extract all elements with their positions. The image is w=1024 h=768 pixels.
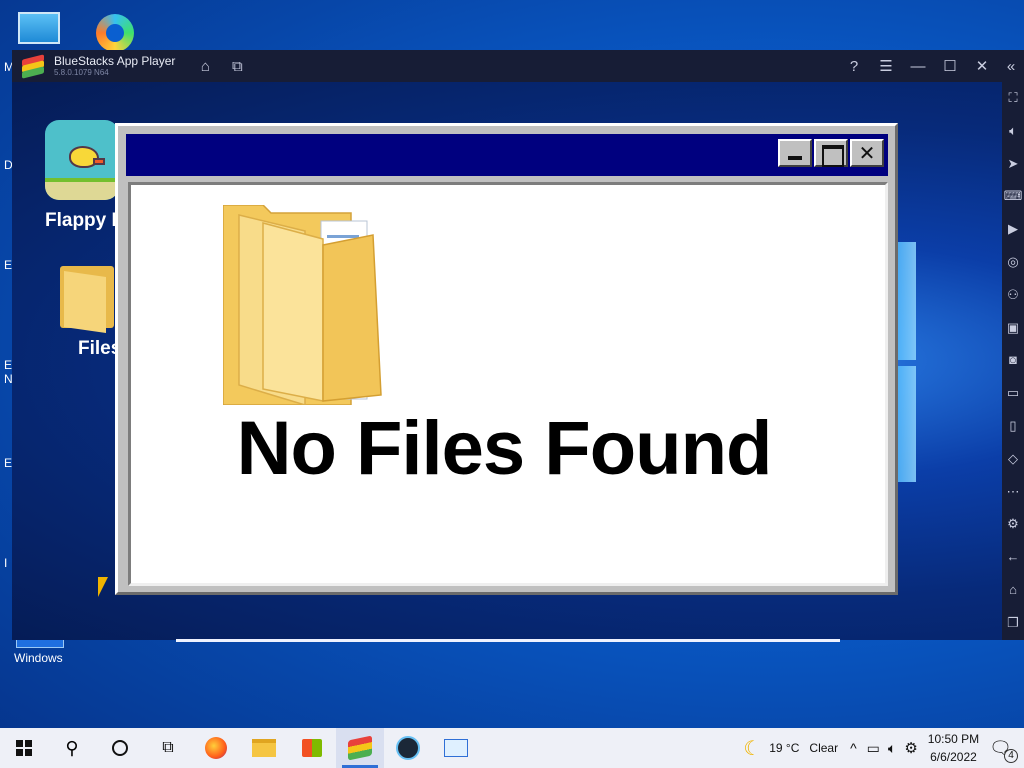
empty-folder-icon	[223, 205, 382, 405]
maximize-icon[interactable]: ☐	[934, 57, 966, 75]
android-home-icon[interactable]: ⌂	[1009, 574, 1017, 607]
bluestacks-sidebar: ⛶ 🔈︎ ➤ ⌨ ▶ ◎ ⚇ ▣ ◙ ▭ ▯ ◇ ⋯ ⚙ ← ⌂ ❐	[1002, 82, 1024, 640]
folder-icon	[60, 260, 116, 333]
rotate-icon[interactable]: ▯	[1009, 410, 1016, 443]
help-icon[interactable]: ?	[838, 58, 870, 75]
bluestacks-version: 5.8.0.1079 N64	[54, 68, 109, 77]
taskbar-store[interactable]	[288, 728, 336, 768]
notifications-count: 4	[1004, 748, 1018, 763]
minimize-icon[interactable]: —	[902, 58, 934, 75]
desktop-this-pc-icon[interactable]	[18, 12, 60, 44]
start-button[interactable]	[0, 728, 48, 768]
file-explorer-icon	[252, 739, 276, 757]
keyboard-icon[interactable]: ⌨	[1004, 180, 1023, 213]
firefox-icon	[205, 737, 227, 759]
dialog-titlebar[interactable]: ✕	[126, 134, 888, 176]
dialog-minimize-button[interactable]	[778, 139, 812, 167]
more-icon[interactable]: ⋯	[1007, 476, 1020, 509]
cortana-icon	[112, 740, 128, 756]
taskbar-firefox[interactable]	[192, 728, 240, 768]
recent-apps-icon[interactable]: ❐	[1007, 607, 1019, 640]
app-files[interactable]: Files	[60, 260, 121, 360]
volume-icon[interactable]: 🔈︎	[1009, 115, 1017, 148]
show-hidden-icons-icon[interactable]: ^	[850, 740, 857, 756]
bluestacks-titlebar[interactable]: BlueStacks App Player 5.8.0.1079 N64 ⌂ ⧉…	[12, 50, 1024, 82]
windows-logo-glow	[892, 242, 1002, 482]
taskbar-steam[interactable]	[384, 728, 432, 768]
dialog-maximize-button[interactable]	[814, 139, 848, 167]
volume-tray-icon[interactable]: 🔈︎	[888, 740, 896, 757]
weather-description[interactable]: Clear	[809, 741, 838, 755]
resource-monitor-icon	[444, 739, 468, 757]
screenshot-icon[interactable]: ◙	[1009, 344, 1017, 377]
windows-start-icon	[16, 740, 32, 756]
collapse-sidebar-icon[interactable]: «	[998, 58, 1024, 75]
flappy-bird-icon	[45, 120, 119, 200]
taskbar-file-explorer[interactable]	[240, 728, 288, 768]
weather-temperature[interactable]: 19 °C	[769, 741, 799, 755]
windows-taskbar: ⚲ ⧉ ☾ 19 °C Clear ^ ▭ 🔈︎ ⚙ 10:50 PM 6/6/…	[0, 728, 1024, 768]
desktop-letter: E	[4, 358, 13, 372]
gamepad-icon[interactable]: ⚇	[1007, 279, 1019, 312]
settings-tray-icon[interactable]: ⚙	[904, 739, 917, 757]
notifications-button[interactable]: 🗨︎ 4	[989, 738, 1018, 763]
bluestacks-taskbar-icon	[348, 735, 372, 761]
desktop-letter: E	[4, 258, 13, 272]
eco-mode-icon[interactable]: ◇	[1008, 443, 1018, 476]
windows-shortcut-label: Windows	[14, 651, 63, 665]
dialog-body: No Files Found	[128, 182, 888, 586]
no-files-dialog: ✕ No Files Found	[115, 123, 898, 595]
clock-time: 10:50 PM	[927, 732, 980, 746]
desktop-edge-icon[interactable]	[96, 14, 134, 52]
search-icon: ⚲	[65, 737, 79, 758]
loading-bar	[176, 639, 840, 642]
search-button[interactable]: ⚲	[48, 728, 96, 768]
system-tray: ☾ 19 °C Clear ^ ▭ 🔈︎ ⚙ 10:50 PM 6/6/2022…	[743, 728, 1024, 768]
desktop-letter: E	[4, 456, 13, 470]
back-icon[interactable]: ←	[1007, 541, 1020, 574]
menu-icon[interactable]: ☰	[870, 57, 902, 75]
home-icon[interactable]: ⌂	[189, 58, 221, 75]
no-files-message: No Files Found	[236, 406, 773, 491]
settings-icon[interactable]: ⚙	[1007, 508, 1019, 541]
taskbar-bluestacks[interactable]	[336, 728, 384, 768]
task-view-button[interactable]: ⧉	[144, 728, 192, 768]
fullscreen-icon[interactable]: ⛶	[1008, 82, 1017, 115]
mouse-cursor-icon	[98, 577, 108, 597]
sync-icon[interactable]: ◎	[1007, 246, 1018, 279]
macro-icon[interactable]: ▶	[1008, 213, 1018, 246]
apk-icon[interactable]: ▣	[1007, 312, 1019, 345]
pointer-icon[interactable]: ➤	[1008, 148, 1019, 181]
folder-icon[interactable]: ▭	[1007, 377, 1019, 410]
taskbar-monitor-app[interactable]	[432, 728, 480, 768]
bluestacks-logo-icon	[22, 54, 44, 79]
close-icon[interactable]: ✕	[966, 57, 998, 75]
dialog-close-button[interactable]: ✕	[850, 139, 884, 167]
bluestacks-title: BlueStacks App Player	[54, 54, 176, 68]
network-icon[interactable]: ▭	[867, 740, 880, 757]
desktop-letter: I	[4, 556, 8, 570]
multi-instance-icon[interactable]: ⧉	[221, 58, 253, 75]
clock[interactable]: 10:50 PM 6/6/2022	[928, 730, 979, 766]
store-icon	[302, 739, 322, 757]
clock-date: 6/6/2022	[930, 750, 977, 764]
steam-icon	[396, 736, 420, 760]
task-view-icon: ⧉	[162, 739, 174, 756]
weather-moon-icon[interactable]: ☾	[743, 736, 761, 761]
cortana-button[interactable]	[96, 728, 144, 768]
